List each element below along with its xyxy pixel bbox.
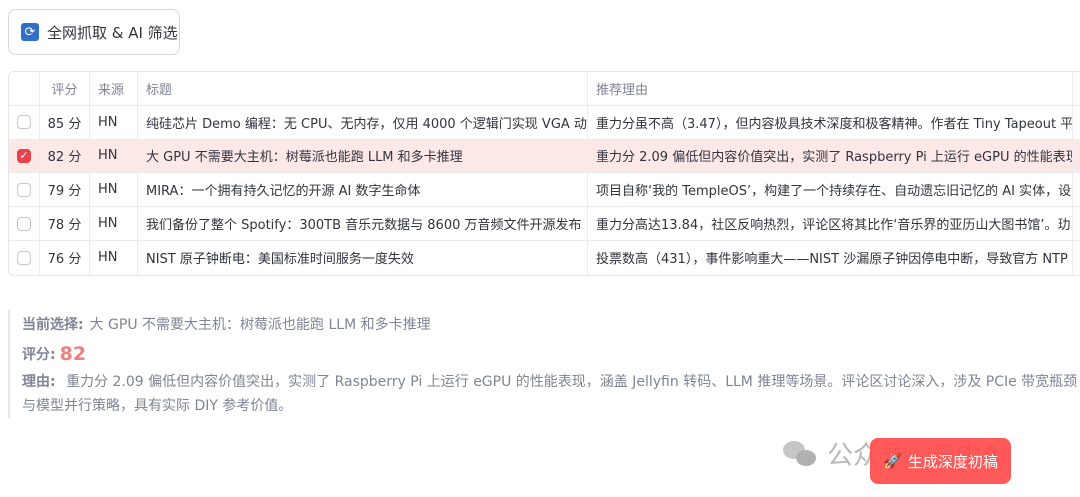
table-row[interactable]: 79 分 HN MIRA：一个拥有持久记忆的开源 AI 数字生命体 项目自称‘我… — [9, 173, 1080, 208]
reason-cell: 重力分高达13.84，社区反响热烈，评论区将其比作‘音乐界的亚历山大图书馆’。玏 — [588, 207, 1073, 240]
score-cell: 79 分 — [40, 173, 90, 207]
title-cell: 我们备份了整个 Spotify：300TB 音乐元数据与 8600 万音频文件开… — [138, 207, 588, 240]
title-cell: NIST 原子钟断电：美国标准时间服务一度失效 — [138, 240, 588, 275]
row-checkbox[interactable] — [17, 182, 31, 197]
header-score[interactable]: 评分 — [40, 72, 90, 105]
score-line: 评分: 82 — [22, 338, 1080, 370]
row-checkbox-checked[interactable]: ✓ — [17, 148, 31, 163]
selection-summary: 当前选择: 大 GPU 不需要大主机：树莓派也能跑 LLM 和多卡推理 评分: … — [8, 310, 1080, 418]
wechat-icon — [783, 439, 819, 469]
header-more — [1073, 72, 1080, 105]
source-cell: HN — [90, 240, 138, 275]
source-cell: HN — [90, 207, 138, 240]
fetch-button-label: 全网抓取 & AI 筛选 — [47, 23, 178, 42]
reason-cell: 项目自称‘我的 TempleOS’，构建了一个持续存在、自动遗忘旧记忆的 AI … — [588, 173, 1073, 207]
reason-label: 理由: — [22, 374, 56, 390]
score-value: 82 — [59, 343, 87, 365]
reason-cell: 投票数高（431），事件影响重大——NIST 沙漏原子钟因停电中断，导致官方 N… — [588, 240, 1073, 275]
row-checkbox[interactable] — [17, 216, 31, 231]
table-row-selected[interactable]: ✓ 82 分 HN 大 GPU 不需要大主机：树莓派也能跑 LLM 和多卡推理 … — [9, 139, 1080, 174]
source-cell: HN — [90, 105, 138, 139]
header-select-column — [9, 72, 40, 105]
reason-value: 重力分 2.09 偏低但内容价值突出，实测了 Raspberry Pi 上运行 … — [22, 374, 1078, 414]
refresh-icon: ⟳ — [21, 23, 39, 41]
row-select-cell — [9, 173, 40, 207]
reason-cell: 重力分 2.09 偏低但内容价值突出，实测了 Raspberry Pi 上运行 … — [588, 139, 1073, 173]
articles-table: 评分 来源 标题 推荐理由 85 分 HN 纯硅芯片 Demo 编程：无 CPU… — [8, 71, 1080, 276]
reason-line: 理由: 重力分 2.09 偏低但内容价值突出，实测了 Raspberry Pi … — [22, 370, 1080, 418]
row-checkbox[interactable] — [17, 115, 31, 130]
title-cell: 大 GPU 不需要大主机：树莓派也能跑 LLM 和多卡推理 — [138, 139, 588, 173]
table-row[interactable]: 78 分 HN 我们备份了整个 Spotify：300TB 音乐元数据与 860… — [9, 207, 1080, 241]
source-cell: HN — [90, 139, 138, 173]
fetch-and-filter-button[interactable]: ⟳ 全网抓取 & AI 筛选 — [8, 9, 180, 55]
score-cell: 82 分 — [40, 139, 90, 173]
table-row[interactable]: 85 分 HN 纯硅芯片 Demo 编程：无 CPU、无内存，仅用 4000 个… — [9, 105, 1080, 140]
table-header-row: 评分 来源 标题 推荐理由 — [9, 72, 1080, 106]
source-cell: HN — [90, 173, 138, 207]
row-select-cell — [9, 105, 40, 139]
title-cell: 纯硅芯片 Demo 编程：无 CPU、无内存，仅用 4000 个逻辑门实现 VG… — [138, 105, 588, 139]
generate-button-label: 生成深度初稿 — [907, 452, 998, 471]
score-cell: 76 分 — [40, 240, 90, 275]
row-select-cell — [9, 207, 40, 240]
header-reason[interactable]: 推荐理由 — [588, 72, 1073, 105]
row-select-cell: ✓ — [9, 139, 40, 173]
table-row[interactable]: 76 分 HN NIST 原子钟断电：美国标准时间服务一度失效 投票数高（431… — [9, 240, 1080, 275]
current-selection-label: 当前选择: — [22, 317, 84, 333]
generate-draft-button[interactable]: 🚀 生成深度初稿 — [870, 438, 1011, 484]
reason-cell: 重力分虽不高（3.47），但内容极具技术深度和极客精神。作者在 Tiny Tap… — [588, 105, 1073, 139]
title-cell: MIRA：一个拥有持久记忆的开源 AI 数字生命体 — [138, 173, 588, 207]
header-title[interactable]: 标题 — [138, 72, 588, 105]
score-label: 评分: — [22, 347, 56, 363]
score-cell: 85 分 — [40, 105, 90, 139]
current-selection-value: 大 GPU 不需要大主机：树莓派也能跑 LLM 和多卡推理 — [89, 317, 431, 333]
score-cell: 78 分 — [40, 207, 90, 240]
current-selection-line: 当前选择: 大 GPU 不需要大主机：树莓派也能跑 LLM 和多卡推理 — [22, 310, 1080, 338]
row-checkbox[interactable] — [17, 250, 31, 265]
row-select-cell — [9, 240, 40, 275]
header-source[interactable]: 来源 — [90, 72, 138, 105]
rocket-icon: 🚀 — [883, 452, 902, 470]
